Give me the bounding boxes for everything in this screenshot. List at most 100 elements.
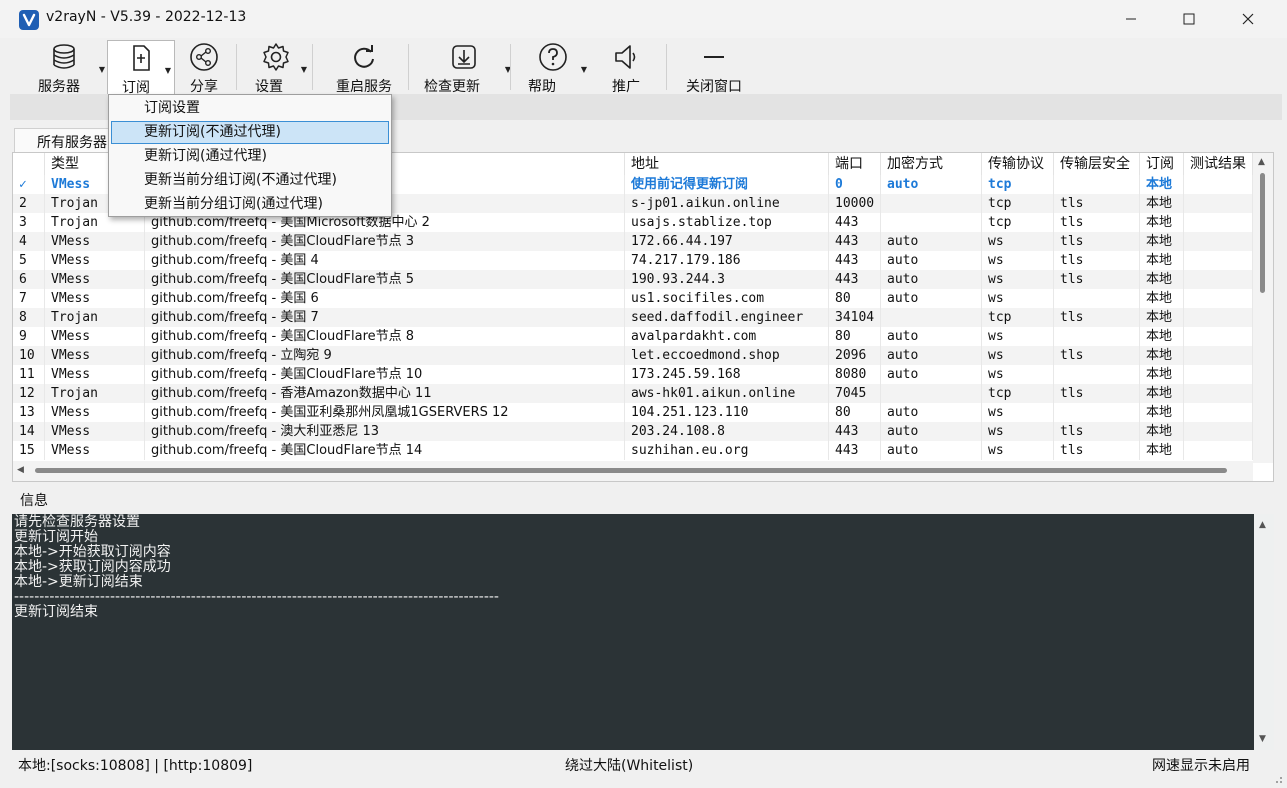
cell-test <box>1184 175 1253 194</box>
menu-item-update-group-proxy[interactable]: 更新当前分组订阅(通过代理) <box>111 193 389 216</box>
cell-idx: 6 <box>13 270 45 289</box>
cell-test <box>1184 365 1253 384</box>
log-scroll-up-arrow-icon[interactable]: ▲ <box>1259 520 1266 530</box>
table-row[interactable]: 15 VMess github.com/freefq - 美国CloudFlare节… <box>13 441 1253 460</box>
cell-sub: 本地 <box>1140 251 1184 270</box>
scroll-up-arrow-icon[interactable]: ▲ <box>1258 157 1265 167</box>
subscription-button[interactable]: 订阅 ▼ <box>107 40 175 96</box>
table-row[interactable]: 6 VMess github.com/freefq - 美国CloudFlare节点… <box>13 270 1253 289</box>
cell-idx: 10 <box>13 346 45 365</box>
column-header-port[interactable]: 端口 <box>829 153 881 175</box>
settings-button[interactable]: 设置 ▼ <box>242 40 310 95</box>
cell-remark: github.com/freefq - 美国CloudFlare节点 14 <box>145 441 625 460</box>
help-dropdown-arrow-icon[interactable]: ▼ <box>581 65 587 74</box>
cell-addr: usajs.stablize.top <box>625 213 829 232</box>
cell-remark: github.com/freefq - 美国CloudFlare节点 10 <box>145 365 625 384</box>
cell-enc: auto <box>881 403 982 422</box>
menu-item-subscription-settings[interactable]: 订阅设置 <box>111 97 389 120</box>
gear-icon <box>263 43 289 71</box>
check-update-button[interactable]: 检查更新 ▼ <box>414 40 514 95</box>
cell-port: 2096 <box>829 346 881 365</box>
cell-test <box>1184 422 1253 441</box>
help-button[interactable]: 帮助 ▼ <box>516 40 590 95</box>
cell-addr: 使用前记得更新订阅 <box>625 175 829 194</box>
menu-item-update-group-no-proxy[interactable]: 更新当前分组订阅(不通过代理) <box>111 169 389 192</box>
cell-port: 7045 <box>829 384 881 403</box>
cell-test <box>1184 308 1253 327</box>
main-toolbar: 服务器 ▼ 订阅 ▼ 分享 设置 ▼ 重启服务 检查更新 ▼ 帮助 ▼ 推广 关… <box>10 38 1282 96</box>
cell-type: VMess <box>45 232 145 251</box>
table-row[interactable]: 4 VMess github.com/freefq - 美国CloudFlare节点… <box>13 232 1253 251</box>
cell-tls <box>1054 365 1140 384</box>
v2rayn-logo-icon <box>19 10 39 30</box>
minimize-dash-icon <box>704 56 724 58</box>
cell-sub: 本地 <box>1140 441 1184 460</box>
vertical-scrollbar[interactable]: ▲ <box>1253 153 1273 463</box>
column-header-network[interactable]: 传输协议 <box>982 153 1054 175</box>
servers-button[interactable]: 服务器 ▼ <box>20 40 108 95</box>
column-header-subscription[interactable]: 订阅 <box>1140 153 1184 175</box>
cell-tls: tls <box>1054 384 1140 403</box>
servers-dropdown-arrow-icon[interactable]: ▼ <box>99 65 105 74</box>
settings-dropdown-arrow-icon[interactable]: ▼ <box>301 65 307 74</box>
resize-grip-icon[interactable] <box>1271 772 1283 784</box>
cell-type: Trojan <box>45 308 145 327</box>
subscription-dropdown-arrow-icon[interactable]: ▼ <box>165 66 171 75</box>
table-row[interactable]: 7 VMess github.com/freefq - 美国 6 us1.socifi… <box>13 289 1253 308</box>
close-button[interactable] <box>1219 0 1277 38</box>
cell-test <box>1184 327 1253 346</box>
cell-idx: 4 <box>13 232 45 251</box>
cell-idx: 14 <box>13 422 45 441</box>
cell-sub: 本地 <box>1140 289 1184 308</box>
share-label: 分享 <box>190 79 218 95</box>
cell-enc <box>881 308 982 327</box>
database-icon <box>53 44 75 69</box>
column-header-encryption[interactable]: 加密方式 <box>881 153 982 175</box>
cell-type: VMess <box>45 251 145 270</box>
table-row[interactable]: 8 Trojan github.com/freefq - 美国 7 seed.daff… <box>13 308 1253 327</box>
cell-enc: auto <box>881 175 982 194</box>
cell-remark: github.com/freefq - 美国 7 <box>145 308 625 327</box>
minimize-button[interactable] <box>1102 0 1160 38</box>
restart-service-button[interactable]: 重启服务 <box>320 40 408 95</box>
cell-net: ws <box>982 289 1054 308</box>
scroll-left-arrow-icon[interactable]: ◀ <box>17 465 24 475</box>
table-row[interactable]: 10 VMess github.com/freefq - 立陶宛 9 let.ecco… <box>13 346 1253 365</box>
vertical-scroll-thumb[interactable] <box>1260 173 1265 293</box>
table-row[interactable]: 5 VMess github.com/freefq - 美国 4 74.217.179… <box>13 251 1253 270</box>
column-header-tls[interactable]: 传输层安全 <box>1054 153 1140 175</box>
log-scroll-down-arrow-icon[interactable]: ▼ <box>1259 734 1266 744</box>
cell-remark: github.com/freefq - 美国CloudFlare节点 5 <box>145 270 625 289</box>
column-header-address[interactable]: 地址 <box>625 153 829 175</box>
cell-tls <box>1054 403 1140 422</box>
horizontal-scroll-thumb[interactable] <box>35 468 1227 473</box>
log-panel[interactable]: 请先检查服务器设置 更新订阅开始 本地->开始获取订阅内容 本地->获取订阅内容… <box>12 514 1274 750</box>
cell-tls: tls <box>1054 308 1140 327</box>
table-row[interactable]: 12 Trojan github.com/freefq - 香港Amazon数据中心… <box>13 384 1253 403</box>
cell-enc: auto <box>881 232 982 251</box>
column-header-test-result[interactable]: 测试结果 <box>1184 153 1253 175</box>
download-icon <box>452 45 476 69</box>
log-scrollbar[interactable]: ▲ ▼ <box>1254 514 1274 750</box>
maximize-button[interactable] <box>1160 0 1218 38</box>
status-bar: 本地:[socks:10808] | [http:10809] 绕过大陆(Whi… <box>0 750 1287 788</box>
close-window-label: 关闭窗口 <box>686 79 742 95</box>
cell-idx: 12 <box>13 384 45 403</box>
menu-item-update-sub-no-proxy[interactable]: 更新订阅(不通过代理) <box>111 121 389 144</box>
table-row[interactable]: 9 VMess github.com/freefq - 美国CloudFlare节点… <box>13 327 1253 346</box>
cell-addr: 172.66.44.197 <box>625 232 829 251</box>
cell-idx: 8 <box>13 308 45 327</box>
table-row[interactable]: 11 VMess github.com/freefq - 美国CloudFlare节… <box>13 365 1253 384</box>
cell-remark: github.com/freefq - 立陶宛 9 <box>145 346 625 365</box>
horizontal-scrollbar[interactable]: ◀ <box>13 461 1253 481</box>
menu-item-update-sub-proxy[interactable]: 更新订阅(通过代理) <box>111 145 389 168</box>
share-button[interactable]: 分享 <box>178 40 230 95</box>
refresh-icon <box>354 45 374 68</box>
promotion-button[interactable]: 推广 <box>600 40 652 95</box>
table-row[interactable]: 13 VMess github.com/freefq - 美国亚利桑那州凤凰城1GS… <box>13 403 1253 422</box>
cell-tls: tls <box>1054 213 1140 232</box>
table-row[interactable]: 14 VMess github.com/freefq - 澳大利亚悉尼 13 203.… <box>13 422 1253 441</box>
close-window-button[interactable]: 关闭窗口 <box>674 40 754 95</box>
subscription-page-icon <box>133 45 150 71</box>
status-routing-mode[interactable]: 绕过大陆(Whitelist) <box>565 755 693 775</box>
